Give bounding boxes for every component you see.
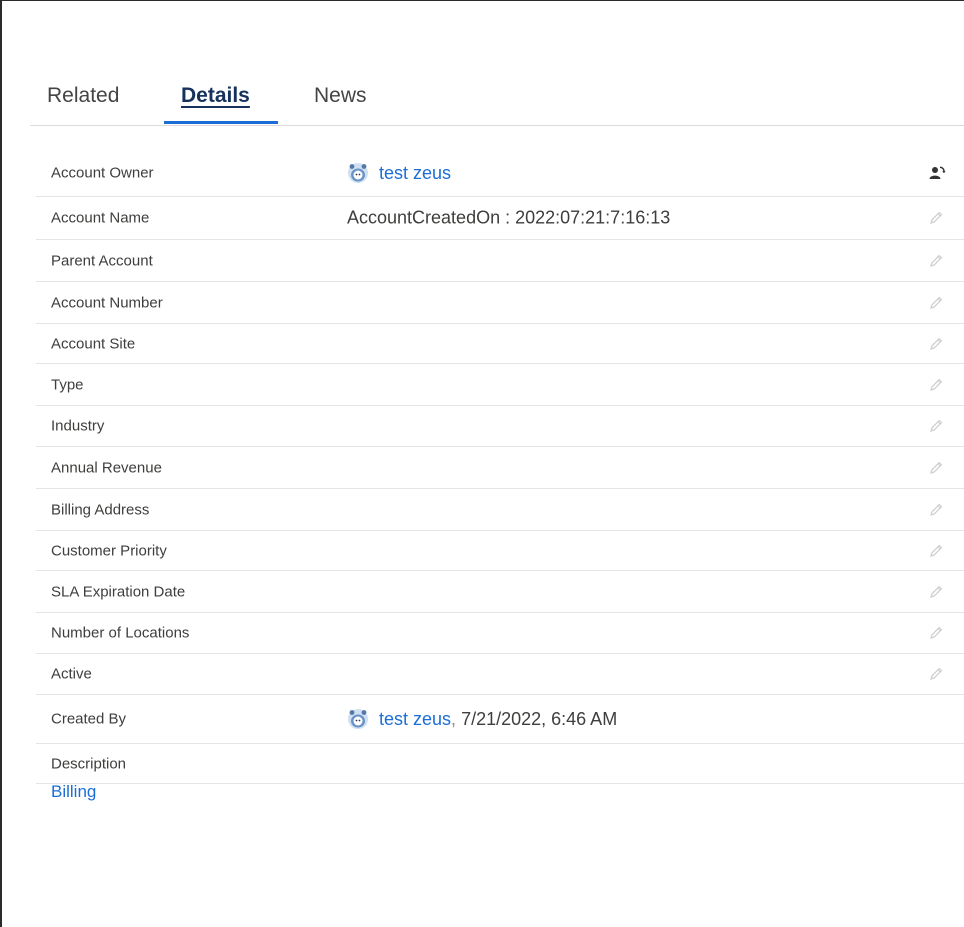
field-row-created-by: Created By test zeus , 7/21/2022, 6:46 A… bbox=[36, 695, 964, 744]
field-label: Active bbox=[51, 665, 92, 683]
tab-news[interactable]: News bbox=[314, 84, 367, 108]
tab-bar: Related Details News bbox=[30, 70, 964, 126]
field-label: Created By bbox=[51, 710, 127, 728]
field-label: Industry bbox=[51, 417, 105, 435]
field-label: Description bbox=[51, 755, 127, 772]
field-label: Account Number bbox=[51, 294, 163, 311]
field-label: Account Site bbox=[51, 335, 136, 352]
field-row-account-owner: Account Owner test zeus bbox=[36, 150, 964, 197]
field-row-billing-address: Billing Address bbox=[36, 489, 964, 531]
pencil-icon[interactable] bbox=[928, 543, 944, 559]
details-field-list: Account Owner test zeus Account Name Acc… bbox=[36, 150, 964, 784]
pencil-icon[interactable] bbox=[928, 336, 944, 352]
pencil-icon[interactable] bbox=[928, 460, 944, 476]
pencil-icon[interactable] bbox=[928, 253, 944, 269]
field-label: Number of Locations bbox=[51, 624, 190, 642]
field-row-parent-account: Parent Account bbox=[36, 240, 964, 282]
field-value: test zeus , 7/21/2022, 6:46 AM bbox=[347, 708, 617, 730]
field-row-type: Type bbox=[36, 364, 964, 406]
pencil-icon[interactable] bbox=[928, 295, 944, 311]
field-label: Account Name bbox=[51, 209, 150, 227]
field-row-customer-priority: Customer Priority bbox=[36, 531, 964, 571]
field-label: Billing Address bbox=[51, 501, 150, 518]
field-label: SLA Expiration Date bbox=[51, 583, 186, 600]
active-tab-indicator bbox=[164, 121, 278, 124]
change-owner-icon[interactable] bbox=[928, 164, 946, 182]
field-row-active: Active bbox=[36, 654, 964, 695]
pencil-icon[interactable] bbox=[928, 625, 944, 641]
field-label: Account Owner bbox=[51, 164, 154, 182]
tab-related[interactable]: Related bbox=[47, 84, 119, 108]
field-value: test zeus bbox=[347, 162, 451, 184]
field-row-account-name: Account Name AccountCreatedOn : 2022:07:… bbox=[36, 197, 964, 240]
pencil-icon[interactable] bbox=[928, 210, 944, 226]
avatar-icon bbox=[348, 709, 368, 729]
field-label: Customer Priority bbox=[51, 542, 167, 559]
field-row-number-of-locations: Number of Locations bbox=[36, 613, 964, 654]
account-name-value: AccountCreatedOn : 2022:07:21:7:16:13 bbox=[347, 207, 671, 228]
field-label: Type bbox=[51, 376, 84, 393]
pencil-icon[interactable] bbox=[928, 418, 944, 434]
window-border-left bbox=[0, 0, 2, 927]
tab-details[interactable]: Details bbox=[181, 84, 250, 108]
pencil-icon[interactable] bbox=[928, 584, 944, 600]
billing-section-header[interactable]: Billing bbox=[51, 782, 96, 802]
avatar-icon bbox=[348, 163, 368, 183]
pencil-icon[interactable] bbox=[928, 666, 944, 682]
field-row-account-number: Account Number bbox=[36, 282, 964, 324]
field-row-description: Description bbox=[36, 744, 964, 784]
created-by-user-link[interactable]: test zeus bbox=[379, 709, 451, 730]
created-date: 7/21/2022, 6:46 AM bbox=[456, 708, 618, 729]
pencil-icon[interactable] bbox=[928, 502, 944, 518]
field-row-account-site: Account Site bbox=[36, 324, 964, 364]
field-label: Annual Revenue bbox=[51, 459, 162, 476]
field-row-industry: Industry bbox=[36, 406, 964, 447]
field-row-annual-revenue: Annual Revenue bbox=[36, 447, 964, 489]
pencil-icon[interactable] bbox=[928, 377, 944, 393]
account-owner-link[interactable]: test zeus bbox=[379, 163, 451, 184]
field-row-sla-expiration-date: SLA Expiration Date bbox=[36, 571, 964, 613]
field-label: Parent Account bbox=[51, 252, 153, 269]
window-border-top bbox=[0, 0, 964, 1]
